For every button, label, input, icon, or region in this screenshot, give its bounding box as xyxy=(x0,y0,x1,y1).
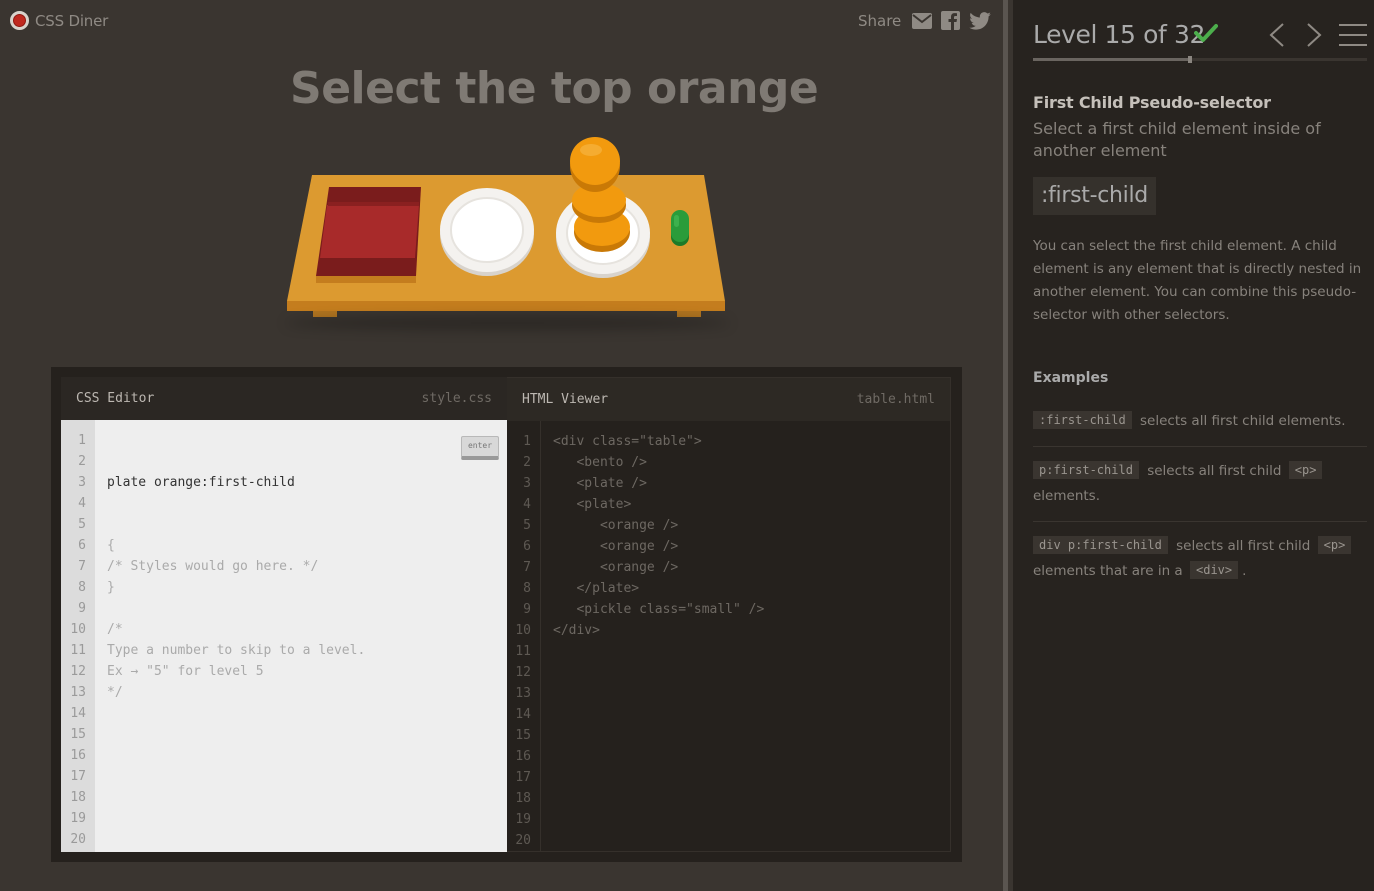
orange-top[interactable] xyxy=(570,137,620,192)
level-instruction: Select the top orange xyxy=(290,63,819,114)
chevron-right-icon[interactable] xyxy=(1305,22,1323,48)
pickle[interactable] xyxy=(671,210,689,246)
html-viewer: HTML Viewer table.html 1 2 3 4 5 6 7 8 9… xyxy=(507,377,951,852)
table-illustration xyxy=(287,137,725,317)
hamburger-icon[interactable] xyxy=(1339,22,1367,48)
logo-text: CSS Diner xyxy=(35,11,109,30)
red-dot-icon xyxy=(10,11,29,30)
example-item: div p:first-child selects all first chil… xyxy=(1033,534,1367,584)
css-line-numbers: 1 2 3 4 5 6 7 8 9 10 11 12 13 14 15 16 1… xyxy=(61,420,95,852)
envelope-icon[interactable] xyxy=(912,12,933,29)
selector-name: First Child Pseudo-selector xyxy=(1033,93,1271,112)
share-label: Share xyxy=(858,11,902,30)
html-line-numbers: 1 2 3 4 5 6 7 8 9 10 11 12 13 14 15 16 1… xyxy=(507,421,541,851)
selector-description: You can select the first child element. … xyxy=(1033,238,1362,323)
level-indicator[interactable]: Level 15 of 32 xyxy=(1033,20,1205,49)
example-text: . xyxy=(1242,563,1247,579)
example-text: selects all first child xyxy=(1176,538,1311,554)
example-code: <p> xyxy=(1288,461,1323,479)
example-code: <div> xyxy=(1190,561,1239,579)
css-code: { /* Styles would go here. */ } /* Type … xyxy=(107,430,447,745)
example-text: elements that are in a xyxy=(1033,563,1183,579)
pane-splitter[interactable] xyxy=(1003,0,1008,891)
selector-subtitle: Select a first child element inside of a… xyxy=(1033,119,1321,160)
css-selector-input[interactable] xyxy=(107,472,447,493)
example-code: div p:first-child xyxy=(1033,536,1168,554)
selector-syntax: :first-child xyxy=(1033,177,1156,215)
table-edge xyxy=(287,301,725,311)
html-viewer-filename: table.html xyxy=(856,392,935,407)
logo[interactable]: CSS Diner xyxy=(10,11,108,30)
example-item: :first-child selects all first child ele… xyxy=(1033,409,1367,434)
bento[interactable] xyxy=(316,187,421,283)
twitter-icon[interactable] xyxy=(969,11,992,30)
table-shadow xyxy=(285,316,730,330)
example-text: selects all first child xyxy=(1147,463,1282,479)
example-divider xyxy=(1033,521,1367,522)
example-code: <p> xyxy=(1317,536,1352,554)
level-progress-fill xyxy=(1033,58,1190,61)
plate[interactable] xyxy=(440,188,534,276)
example-text: selects all first child elements. xyxy=(1140,413,1346,429)
css-code-comment: { /* Styles would go here. */ } /* Type … xyxy=(107,538,366,700)
chevron-left-icon[interactable] xyxy=(1268,22,1286,48)
html-markup[interactable]: <div class="table"> <bento /> <plate /> … xyxy=(553,431,764,641)
level-progress-bar xyxy=(1033,56,1367,63)
example-code: p:first-child xyxy=(1033,461,1139,479)
editor-frame: CSS Editor style.css 1 2 3 4 5 6 7 8 9 1… xyxy=(51,367,962,862)
css-editor-title: CSS Editor xyxy=(76,391,155,406)
examples-title: Examples xyxy=(1033,370,1109,386)
sidebar: Level 15 of 32 First Child Pseudo-select… xyxy=(1013,0,1374,891)
level-progress-marker xyxy=(1187,56,1192,63)
table-scene xyxy=(285,130,730,330)
html-viewer-title: HTML Viewer xyxy=(522,392,609,407)
css-editor-header: CSS Editor style.css xyxy=(61,377,507,420)
share-bar: Share xyxy=(858,11,992,30)
example-text: elements. xyxy=(1033,488,1100,504)
css-editor-filename: style.css xyxy=(421,391,492,406)
checkmark-icon xyxy=(1194,24,1218,42)
example-code: :first-child xyxy=(1033,411,1132,429)
facebook-icon[interactable] xyxy=(941,11,961,30)
html-viewer-header: HTML Viewer table.html xyxy=(507,378,950,421)
example-item: p:first-child selects all first child <p… xyxy=(1033,459,1367,509)
example-divider xyxy=(1033,446,1367,447)
enter-button[interactable]: enter xyxy=(461,436,499,460)
css-editor: CSS Editor style.css 1 2 3 4 5 6 7 8 9 1… xyxy=(61,377,507,852)
